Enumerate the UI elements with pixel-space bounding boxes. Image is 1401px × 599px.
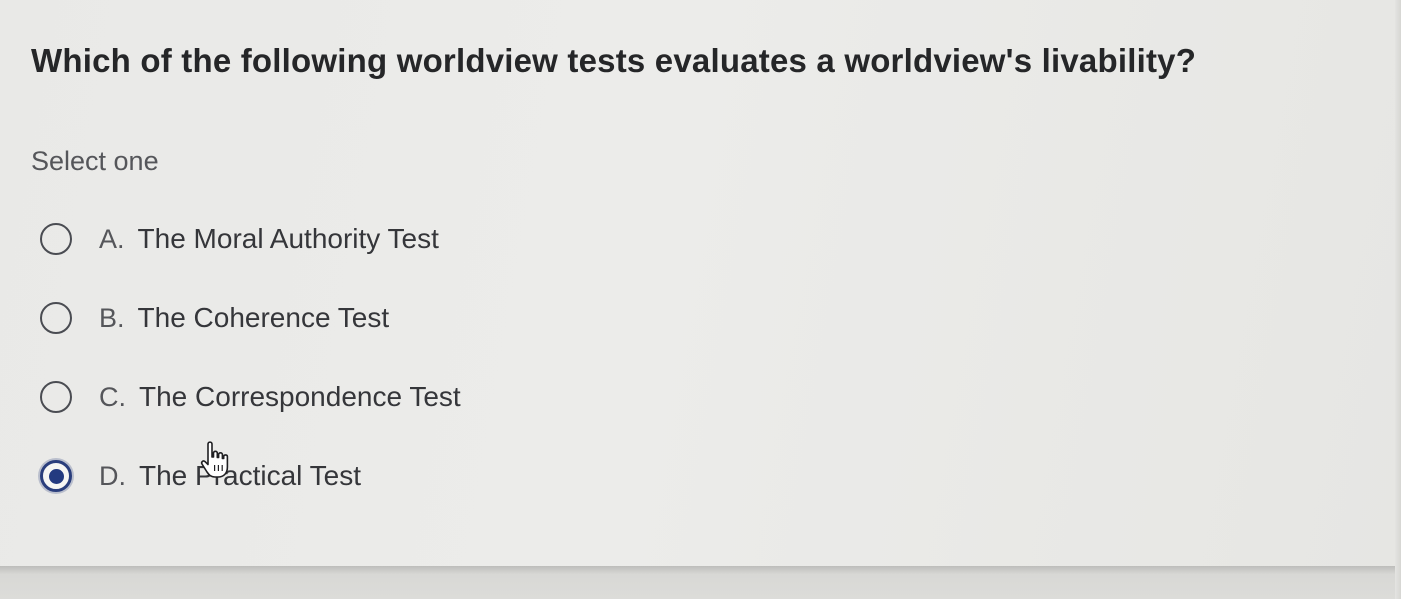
option-d[interactable]: D. The Practical Test (40, 453, 461, 499)
option-c-label: The Correspondence Test (139, 381, 461, 412)
hand-pointer-icon (200, 441, 229, 478)
option-b-letter: B. (99, 302, 125, 333)
radio-option-b[interactable] (40, 302, 72, 334)
option-b-label: The Coherence Test (137, 302, 390, 333)
radio-option-d[interactable] (40, 460, 72, 492)
option-b[interactable]: B. The Coherence Test (40, 295, 461, 341)
bottom-edge (0, 566, 1401, 599)
radio-selected-dot (48, 468, 64, 484)
option-a-letter: A. (99, 223, 125, 254)
option-a[interactable]: A. The Moral Authority Test (40, 216, 461, 262)
option-d-letter: D. (99, 460, 126, 491)
option-c-letter: C. (99, 381, 126, 412)
right-edge (1395, 0, 1401, 599)
radio-option-c[interactable] (40, 381, 72, 413)
option-a-label: The Moral Authority Test (137, 223, 439, 254)
option-d-label: The Practical Test (139, 460, 362, 491)
select-one-prompt: Select one (31, 146, 159, 176)
radio-option-a[interactable] (40, 223, 72, 255)
option-c[interactable]: C. The Correspondence Test (40, 374, 461, 420)
answer-options: A. The Moral Authority Test B. The Coher… (40, 216, 461, 532)
question-text: Which of the following worldview tests e… (31, 42, 1197, 79)
